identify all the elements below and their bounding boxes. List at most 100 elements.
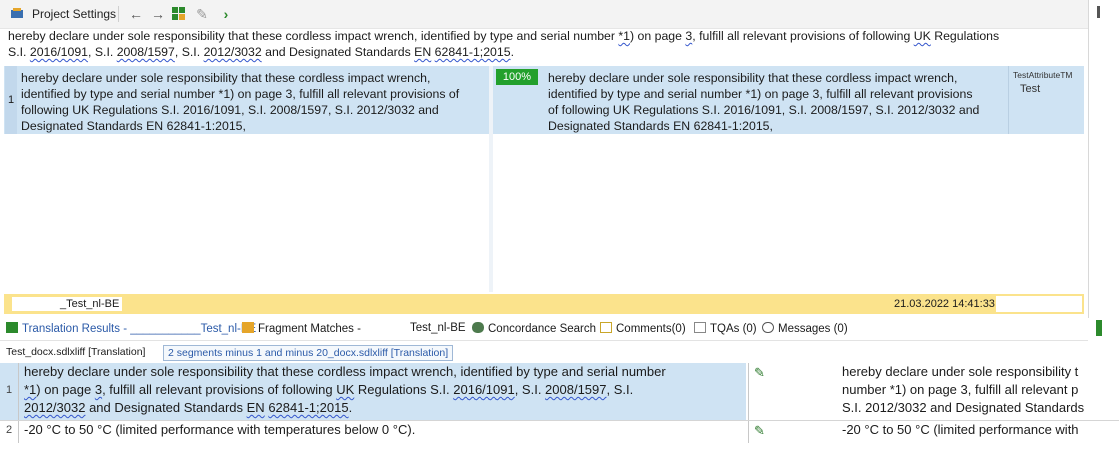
result-target-text[interactable]: hereby declare under sole responsibility… (842, 363, 1119, 417)
tab-messages[interactable]: Messages (0) (762, 322, 848, 335)
result-source-text[interactable]: hereby declare under sole responsibility… (24, 363, 744, 417)
project-settings-label[interactable]: Project Settings (32, 7, 116, 21)
tab-label: Concordance Search (488, 323, 597, 335)
text: and Designated Standards (261, 45, 415, 59)
document-tabs: Test_docx.sdlxliff [Translation] 2 segme… (0, 344, 1088, 362)
document-status-bar: _Test_nl-BE 21.03.2022 14:41:33 (4, 294, 1084, 314)
preview-line-2: S.I. 2016/1091, S.I. 2008/1597, S.I. 201… (8, 44, 1088, 60)
tab-translation-results[interactable]: Translation Results - ___________Test_nl… (6, 322, 256, 335)
tab-label: Comments(0) (616, 323, 686, 335)
toolbar-separator (118, 6, 119, 22)
text: , S.I. (88, 45, 117, 59)
tm-attribute-name: TestAttributeTM (1013, 70, 1073, 80)
text: 2012/3032 (24, 400, 86, 415)
target-cell[interactable]: hereby declare under sole responsibility… (544, 66, 1006, 134)
chevron-right-icon[interactable]: › (216, 4, 236, 24)
edit-pencil-icon[interactable]: ✎ (754, 423, 765, 439)
status-datetime: 21.03.2022 14:41:33 (894, 298, 995, 310)
column-splitter[interactable] (489, 66, 493, 292)
text: Regulations (930, 29, 1000, 43)
text: hereby declare under sole responsibility… (8, 29, 619, 43)
text: , fulfill all relevant provisions of fol… (692, 29, 914, 43)
result-row-number: 2 (6, 424, 13, 436)
arrow-right-icon[interactable]: → (148, 4, 168, 24)
settings-icon[interactable] (10, 7, 24, 19)
tab-label: Messages (0) (778, 323, 848, 335)
column-divider (18, 363, 19, 443)
doc-tab-test-docx[interactable]: Test_docx.sdlxliff [Translation] (6, 346, 145, 358)
text: ) on page (630, 29, 686, 43)
text: *1 (24, 382, 37, 397)
result-line: number *1) on page 3, fulfill all releva… (842, 382, 1079, 397)
result-row-number: 1 (6, 384, 13, 396)
edit-pencil-icon[interactable]: ✎ (754, 365, 765, 381)
text: ) on page (36, 382, 95, 397)
text: 2008/1597 (545, 382, 607, 397)
text: EN (246, 400, 265, 415)
tab-label: Fragment Matches - (258, 323, 361, 335)
source-cell[interactable]: hereby declare under sole responsibility… (17, 66, 489, 134)
text: S.I. (8, 45, 30, 59)
target-line: hereby declare under sole responsibility… (548, 71, 958, 85)
results-tabs: Translation Results - ___________Test_nl… (0, 318, 1088, 341)
text: UK (913, 29, 931, 43)
fragment-icon (242, 322, 254, 333)
text: , S.I. (174, 45, 204, 59)
text: 62841-1;2015 (434, 45, 511, 59)
preview-line-1: hereby declare under sole responsibility… (8, 28, 1088, 44)
source-line: hereby declare under sole responsibility… (21, 71, 431, 85)
target-line: of following UK Regulations S.I. 2016/10… (548, 103, 980, 117)
result-line: 2012/3032 and Designated Standards EN 62… (24, 399, 744, 417)
text: EN (414, 45, 432, 59)
fragment-file-label: Test_nl-BE (410, 322, 466, 334)
clipboard-icon (694, 322, 706, 333)
result-line: hereby declare under sole responsibility… (842, 364, 1079, 379)
toolbar: Project Settings ← → ✎ › (0, 0, 1088, 29)
source-line: following UK Regulations S.I. 2016/1091,… (21, 103, 439, 117)
tab-tqas[interactable]: TQAs (0) (694, 322, 757, 335)
text: 2016/1091 (29, 45, 89, 59)
text: 62841-1;2015 (268, 400, 349, 415)
right-panel-edge (1088, 0, 1119, 318)
text: , S.I. (514, 382, 546, 397)
text: UK (336, 382, 355, 397)
text: , fulfill all relevant provisions of fol… (102, 382, 337, 397)
text: , S.I. (606, 382, 634, 397)
result-target-text[interactable]: -20 °C to 50 °C (limited performance wit… (842, 422, 1079, 437)
comment-icon (600, 322, 612, 333)
column-divider (748, 363, 749, 443)
text: . (348, 400, 353, 415)
text: *1 (618, 29, 631, 43)
result-line: S.I. 2012/3032 and Designated Standards (842, 400, 1085, 415)
panel-marker (1097, 6, 1100, 18)
tab-label: Translation Results - ___________Test_nl… (22, 323, 257, 335)
text: 2016/1091 (453, 382, 515, 397)
text: 3 (94, 382, 103, 397)
tab-concordance-search[interactable]: Concordance Search (472, 322, 596, 335)
text: 2008/1597 (116, 45, 175, 59)
source-line: identified by type and serial number *1)… (21, 87, 460, 101)
source-line: Designated Standards EN 62841-1:2015, (21, 119, 246, 133)
match-status-badge: 100% (496, 69, 538, 85)
status-field (996, 296, 1082, 312)
text: Regulations S.I. (354, 382, 454, 397)
info-icon (762, 322, 774, 333)
result-source-text[interactable]: -20 °C to 50 °C (limited performance wit… (24, 422, 415, 437)
status-file-name: _Test_nl-BE (12, 297, 122, 311)
text: 2012/3032 (203, 45, 262, 59)
tools-icon[interactable]: ✎ (192, 4, 212, 24)
result-line: hereby declare under sole responsibility… (24, 364, 666, 379)
panel-marker-green (1096, 320, 1102, 336)
tab-comments[interactable]: Comments(0) (600, 322, 686, 335)
target-line: identified by type and serial number *1)… (548, 87, 973, 101)
tab-fragment-matches[interactable]: Fragment Matches - (242, 322, 361, 335)
grid-add-icon[interactable] (172, 7, 186, 21)
target-line: Designated Standards EN 62841-1:2015, (548, 119, 773, 133)
arrow-left-icon[interactable]: ← (126, 4, 146, 24)
row-divider (0, 420, 1119, 421)
tab-label: TQAs (0) (710, 323, 757, 335)
binoculars-icon (472, 322, 484, 333)
grid-icon (6, 322, 18, 333)
text: and Designated Standards (85, 400, 247, 415)
doc-tab-2-segments[interactable]: 2 segments minus 1 and minus 20_docx.sdl… (163, 345, 454, 361)
